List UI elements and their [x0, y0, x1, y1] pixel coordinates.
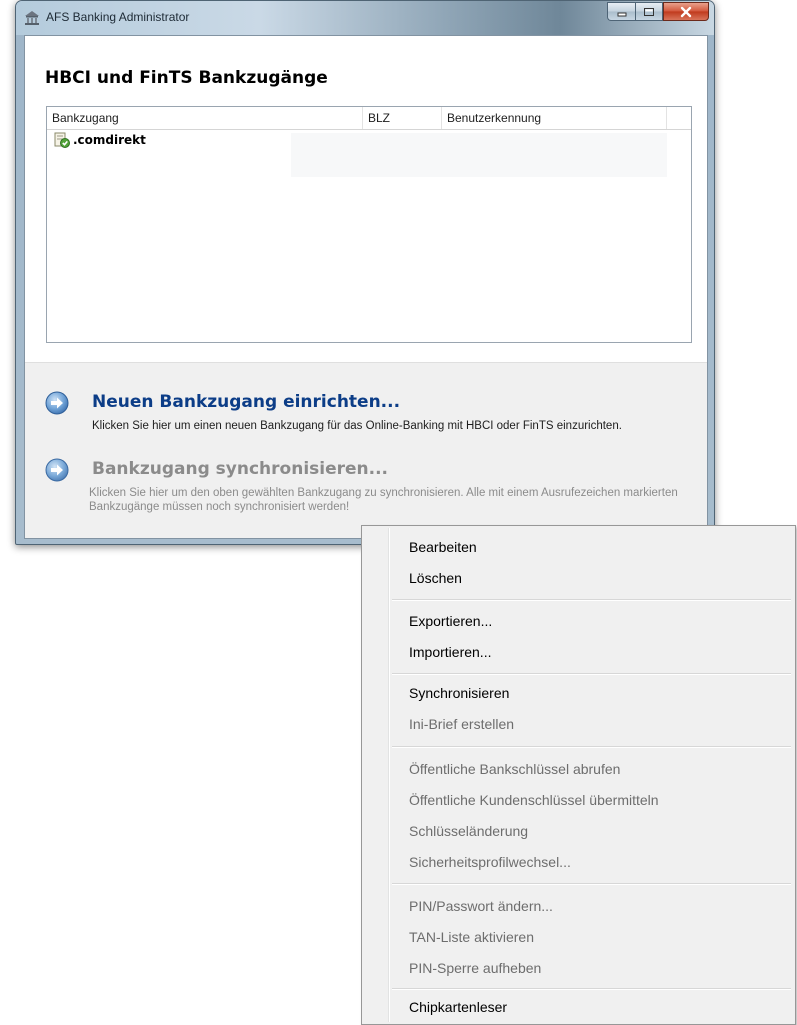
menu-item-chipkartenleser[interactable]: Chipkartenleser	[409, 992, 507, 1022]
menu-separator	[392, 746, 791, 748]
window-client-area: HBCI und FinTS Bankzugänge Bankzugang BL…	[24, 35, 708, 539]
arrow-right-circle-icon	[45, 458, 69, 482]
list-item-name-cell: .comdirekt	[54, 132, 146, 148]
menu-item-sicherheitsprofilwechsel[interactable]: Sicherheitsprofilwechsel...	[409, 847, 571, 877]
menu-item-pin-sperre[interactable]: PIN-Sperre aufheben	[409, 953, 541, 983]
list-header: Bankzugang BLZ Benutzerkennung	[47, 107, 691, 130]
bank-account-list[interactable]: Bankzugang BLZ Benutzerkennung .comdirek…	[46, 106, 692, 343]
maximize-icon	[636, 3, 662, 20]
title-bar[interactable]: AFS Banking Administrator	[16, 1, 714, 35]
column-header-bankzugang[interactable]: Bankzugang	[47, 107, 363, 129]
menu-item-bearbeiten[interactable]: Bearbeiten	[409, 532, 477, 562]
caption-buttons	[607, 2, 709, 22]
menu-separator	[392, 673, 791, 675]
bank-account-icon	[54, 132, 70, 148]
menu-icon-gutter	[388, 528, 390, 1022]
menu-item-ini-brief[interactable]: Ini-Brief erstellen	[409, 709, 514, 739]
context-menu: Bearbeiten Löschen Exportieren... Import…	[361, 525, 796, 1025]
menu-item-synchronisieren[interactable]: Synchronisieren	[409, 678, 509, 708]
list-item[interactable]: .comdirekt	[47, 130, 691, 177]
menu-separator	[392, 599, 791, 601]
close-icon	[664, 3, 708, 20]
redacted-account-details	[291, 133, 667, 177]
minimize-button[interactable]	[607, 2, 635, 21]
minimize-icon	[608, 3, 635, 20]
menu-separator	[392, 883, 791, 885]
close-button[interactable]	[663, 2, 709, 21]
command-area: Neuen Bankzugang einrichten... Klicken S…	[25, 362, 707, 538]
maximize-button[interactable]	[635, 2, 663, 21]
menu-separator	[392, 988, 791, 990]
account-name: .comdirekt	[73, 133, 146, 147]
page-title: HBCI und FinTS Bankzugänge	[45, 68, 328, 88]
menu-item-bankschluessel-abrufen[interactable]: Öffentliche Bankschlüssel abrufen	[409, 754, 620, 784]
main-window: AFS Banking Administrator HBCI und FinTS…	[15, 0, 715, 545]
menu-item-loeschen[interactable]: Löschen	[409, 563, 462, 593]
new-bank-account-description: Klicken Sie hier um einen neuen Bankzuga…	[92, 420, 622, 432]
window-title: AFS Banking Administrator	[46, 10, 190, 24]
menu-item-pin-aendern[interactable]: PIN/Passwort ändern...	[409, 891, 553, 921]
column-header-blz[interactable]: BLZ	[363, 107, 442, 129]
new-bank-account-link[interactable]: Neuen Bankzugang einrichten...	[92, 392, 400, 412]
menu-item-kundenschluessel-uebermitteln[interactable]: Öffentliche Kundenschlüssel übermitteln	[409, 785, 659, 815]
menu-item-importieren[interactable]: Importieren...	[409, 637, 491, 667]
menu-item-tan-liste[interactable]: TAN-Liste aktivieren	[409, 922, 534, 952]
menu-item-schluesselaenderung[interactable]: Schlüsseländerung	[409, 816, 528, 846]
sync-bank-account-description: Klicken Sie hier um den oben gewählten B…	[89, 487, 678, 513]
menu-item-exportieren[interactable]: Exportieren...	[409, 606, 492, 636]
sync-bank-account-link: Bankzugang synchronisieren...	[92, 459, 389, 479]
column-header-benutzerkennung[interactable]: Benutzerkennung	[442, 107, 667, 129]
bank-icon	[25, 11, 39, 25]
arrow-right-circle-icon	[45, 391, 69, 415]
